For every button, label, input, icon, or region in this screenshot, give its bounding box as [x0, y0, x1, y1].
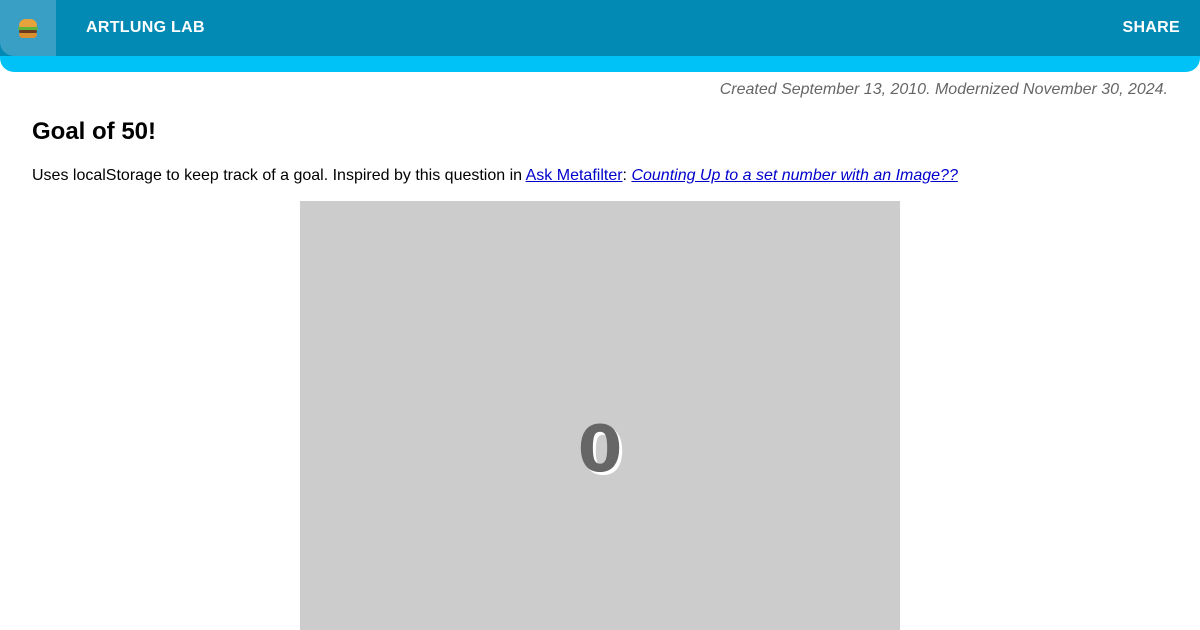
site-title-link[interactable]: ARTLUNG LAB — [86, 19, 205, 37]
share-button[interactable]: SHARE — [1122, 19, 1180, 37]
ask-metafilter-link[interactable]: Ask Metafilter — [526, 167, 623, 184]
hamburger-icon — [18, 18, 38, 38]
header-bar: ARTLUNG LAB SHARE — [0, 0, 1200, 56]
intro-text: Uses localStorage to keep track of a goa… — [32, 167, 526, 184]
question-link[interactable]: Counting Up to a set number with an Imag… — [631, 167, 957, 184]
intro-paragraph: Uses localStorage to keep track of a goa… — [32, 166, 958, 186]
page-dates: Created September 13, 2010. Modernized N… — [719, 81, 1168, 98]
site-header: ARTLUNG LAB SHARE — [0, 0, 1200, 72]
goal-counter-value: 0 — [577, 413, 623, 487]
page-title: Goal of 50! — [32, 118, 157, 145]
goal-counter-box[interactable]: 0 — [300, 201, 900, 630]
menu-button[interactable] — [0, 0, 56, 56]
